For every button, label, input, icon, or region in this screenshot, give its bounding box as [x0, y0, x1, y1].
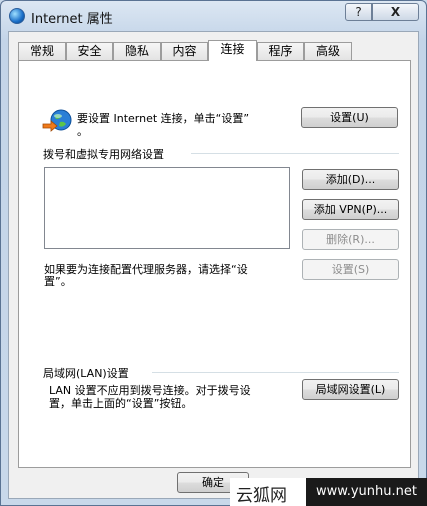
- tab-general[interactable]: 常规: [18, 42, 66, 60]
- tab-content[interactable]: 内容: [161, 42, 208, 60]
- dialog-window: Internet 属性 ? X 常规 安全 隐私 内容 连接 程序 高级 要设置…: [0, 0, 427, 506]
- lan-text-line2: 置，单击上面的“设置”按钮。: [49, 397, 193, 410]
- title-bar[interactable]: Internet 属性 ? X: [1, 1, 426, 31]
- lan-heading: 局域网(LAN)设置: [43, 367, 129, 380]
- close-button[interactable]: X: [372, 3, 419, 21]
- tab-connections[interactable]: 连接: [208, 40, 257, 61]
- dialup-group-divider: [191, 153, 399, 154]
- watermark-url: www.yunhu.net: [306, 478, 427, 506]
- tab-programs[interactable]: 程序: [257, 42, 304, 60]
- watermark-name: 云狐网: [236, 486, 287, 506]
- tab-advanced[interactable]: 高级: [304, 42, 352, 60]
- internet-globe-icon: [9, 8, 25, 24]
- connections-listbox[interactable]: [44, 167, 290, 249]
- add-button[interactable]: 添加(D)...: [302, 169, 399, 190]
- proxy-text-line1: 如果要为连接配置代理服务器，请选择“设: [44, 263, 248, 276]
- tab-privacy[interactable]: 隐私: [113, 42, 161, 60]
- window-title: Internet 属性: [31, 12, 113, 27]
- add-vpn-button[interactable]: 添加 VPN(P)...: [302, 199, 399, 220]
- setup-text-line2: 。: [77, 125, 88, 138]
- dialog-client-area: 常规 安全 隐私 内容 连接 程序 高级 要设置 Internet 连接，单击“…: [8, 31, 419, 499]
- dialup-heading: 拨号和虚拟专用网络设置: [43, 148, 164, 161]
- dialup-settings-button[interactable]: 设置(S): [302, 259, 399, 280]
- help-button[interactable]: ?: [345, 3, 372, 21]
- lan-group-divider: [152, 372, 399, 373]
- setup-button[interactable]: 设置(U): [301, 107, 398, 128]
- network-setup-icon: [42, 109, 72, 132]
- setup-text-line1: 要设置 Internet 连接，单击“设置”: [77, 112, 250, 125]
- remove-button[interactable]: 删除(R)...: [302, 229, 399, 250]
- connections-panel: 要设置 Internet 连接，单击“设置” 。 设置(U) 拨号和虚拟专用网络…: [18, 60, 411, 468]
- lan-settings-button[interactable]: 局域网设置(L): [302, 379, 399, 400]
- tab-security[interactable]: 安全: [66, 42, 113, 60]
- site-watermark: 云狐网 www.yunhu.net: [230, 478, 427, 506]
- proxy-text-line2: 置”。: [44, 275, 72, 288]
